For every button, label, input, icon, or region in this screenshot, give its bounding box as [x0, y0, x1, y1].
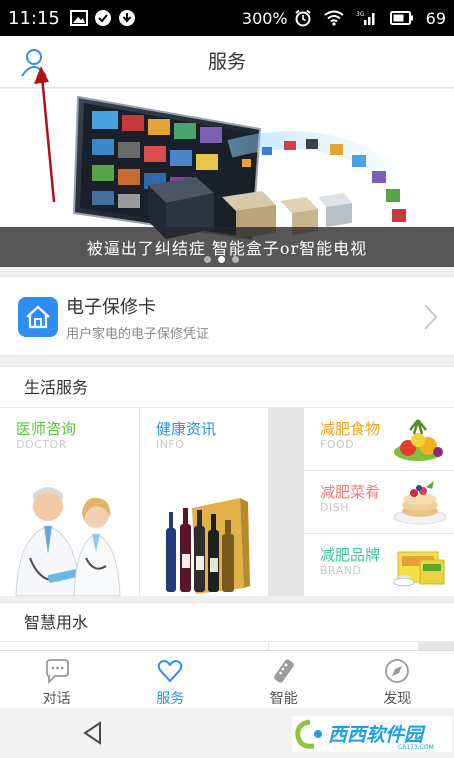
tile-info[interactable]: 健康资讯 INFO — [140, 408, 268, 596]
tile-food[interactable]: 减肥食物 FOOD — [304, 408, 454, 470]
tile-food-title: 减肥食物 — [320, 420, 381, 438]
download-circle-icon — [118, 9, 136, 27]
life-services-heading: 生活服务 — [0, 366, 454, 408]
grid-gap — [268, 408, 304, 596]
tile-dish[interactable]: 减肥菜肴 DISH — [304, 471, 454, 533]
tab-smart-label: 智能 — [269, 691, 298, 707]
tile-dish-subtitle: DISH — [320, 501, 349, 514]
diet-product-image — [393, 551, 445, 587]
alarm-icon — [294, 9, 312, 27]
grid-gap — [418, 642, 454, 650]
signal-network-label: 3G — [356, 11, 365, 18]
watermark-domain: CR173.COM — [398, 744, 434, 751]
watermark-text: 西西软件园 — [328, 724, 426, 746]
tile-food-subtitle: FOOD — [320, 438, 355, 451]
tab-discover[interactable]: 发现 — [341, 651, 454, 708]
wine-bottles-image — [166, 498, 250, 594]
site-watermark-logo: 西西软件园 CR173.COM — [292, 716, 452, 752]
back-triangle-icon[interactable] — [80, 720, 106, 746]
user-icon — [21, 49, 47, 77]
tab-chat[interactable]: 对话 — [0, 651, 114, 708]
remote-control-icon — [273, 659, 294, 683]
tab-service-label: 服务 — [156, 691, 185, 707]
slide-dot[interactable] — [204, 256, 211, 263]
life-services-grid: 医师咨询 DOCTOR 健康资讯 INFO 减肥食物 FOOD 减肥菜肴 DIS… — [0, 408, 454, 596]
tile-brand-subtitle: BRAND — [320, 564, 362, 577]
wifi-icon — [324, 10, 344, 26]
tab-service[interactable]: 服务 — [114, 651, 228, 708]
chat-bubble-icon — [45, 659, 69, 685]
slide-dot-active[interactable] — [218, 256, 225, 263]
check-circle-icon — [94, 9, 112, 27]
status-right-group: 300% 3G 69 — [242, 9, 446, 28]
tile-brand[interactable]: 减肥品牌 BRAND — [304, 534, 454, 596]
status-time: 11:15 — [8, 7, 60, 29]
bottom-tab-bar: 对话 服务 智能 发现 — [0, 650, 454, 708]
page-title: 服务 — [207, 51, 246, 73]
tile-brand-title: 减肥品牌 — [320, 546, 381, 564]
home-icon — [18, 297, 58, 337]
tile-divider — [268, 642, 269, 650]
promo-banner[interactable]: 被逼出了纠结症 智能盒子or智能电视 — [0, 89, 454, 267]
profile-button[interactable] — [18, 46, 50, 78]
tab-smart[interactable]: 智能 — [227, 651, 341, 708]
app-screen: 11:15 300% 3G 69 服务 被逼出了纠结症 智能盒子or智能电视 电… — [0, 0, 454, 758]
warranty-card[interactable]: 电子保修卡 用户家电的电子保修凭证 — [0, 276, 454, 356]
signal-icon: 3G — [356, 10, 378, 26]
app-header: 服务 — [0, 36, 454, 88]
smart-water-heading: 智慧用水 — [0, 602, 454, 642]
tab-discover-label: 发现 — [383, 691, 412, 707]
slide-dot[interactable] — [232, 256, 239, 263]
gallery-icon — [69, 10, 88, 26]
pancake-dish-image — [393, 481, 447, 525]
battery-icon — [389, 11, 414, 25]
tile-dish-title: 减肥菜肴 — [320, 483, 381, 501]
status-bar: 11:15 300% 3G 69 — [0, 0, 454, 36]
compass-icon — [385, 659, 410, 683]
tab-chat-label: 对话 — [42, 691, 71, 707]
heart-icon — [157, 660, 183, 683]
warranty-subtitle: 用户家电的电子保修凭证 — [66, 327, 210, 342]
battery-saver-text: 300% — [241, 8, 288, 28]
doctors-image — [15, 487, 121, 596]
fruit-image — [394, 419, 443, 461]
battery-level: 69 — [425, 8, 446, 28]
tile-doctor[interactable]: 医师咨询 DOCTOR — [0, 408, 139, 596]
slide-indicator — [204, 256, 239, 263]
chevron-right-icon — [424, 304, 438, 330]
smart-water-section-peek — [0, 642, 454, 650]
warranty-title: 电子保修卡 — [66, 297, 156, 318]
